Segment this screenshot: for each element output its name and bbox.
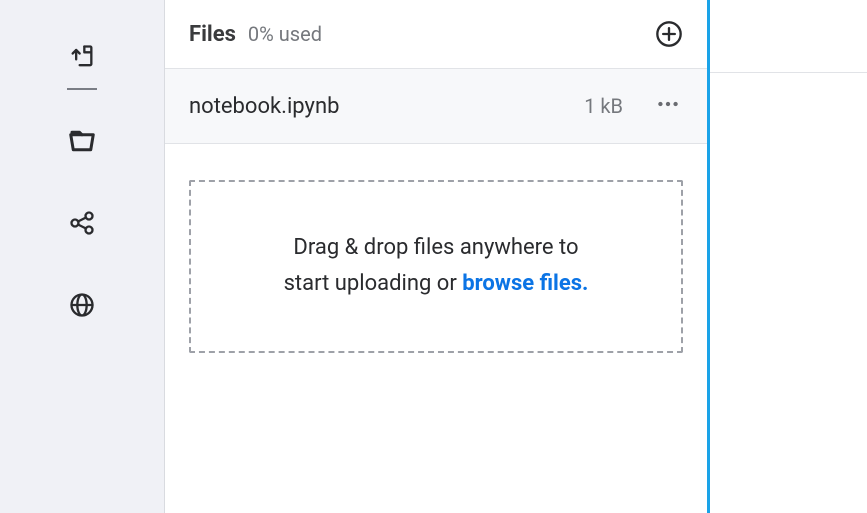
right-area [710, 0, 867, 513]
file-row[interactable]: notebook.ipynb 1 kB [165, 69, 707, 144]
dropzone[interactable]: Drag & drop files anywhere to start uplo… [189, 180, 683, 353]
sidebar-divider [67, 88, 97, 90]
plus-circle-icon [655, 20, 683, 48]
sidebar-item-share[interactable] [65, 206, 99, 240]
browse-files-link[interactable]: browse files. [462, 271, 588, 296]
main: Files 0% used notebook.ipynb 1 kB [165, 0, 867, 513]
right-divider [710, 72, 867, 73]
upload-file-icon [68, 43, 96, 71]
sidebar-item-web[interactable] [65, 288, 99, 322]
dropzone-line2: start uploading or browse files. [221, 266, 651, 302]
dropzone-line2-prefix: start uploading or [284, 271, 463, 296]
files-usage: 0% used [248, 22, 322, 46]
sidebar [0, 0, 165, 513]
dropzone-line1: Drag & drop files anywhere to [221, 230, 651, 266]
file-row-right: 1 kB [584, 87, 685, 125]
files-header: Files 0% used [165, 0, 707, 69]
sidebar-item-files[interactable] [65, 124, 99, 158]
sidebar-item-upload[interactable] [65, 40, 99, 74]
share-icon [68, 209, 96, 237]
files-header-left: Files 0% used [189, 22, 322, 47]
dropzone-wrap: Drag & drop files anywhere to start uplo… [165, 144, 707, 353]
file-name: notebook.ipynb [189, 94, 339, 119]
add-file-button[interactable] [653, 18, 685, 50]
folder-icon [67, 126, 97, 156]
files-title: Files [189, 22, 236, 47]
file-size: 1 kB [584, 94, 623, 118]
globe-icon [68, 291, 96, 319]
file-more-button[interactable] [651, 87, 685, 125]
files-panel: Files 0% used notebook.ipynb 1 kB [165, 0, 710, 513]
more-horizontal-icon [655, 91, 681, 117]
